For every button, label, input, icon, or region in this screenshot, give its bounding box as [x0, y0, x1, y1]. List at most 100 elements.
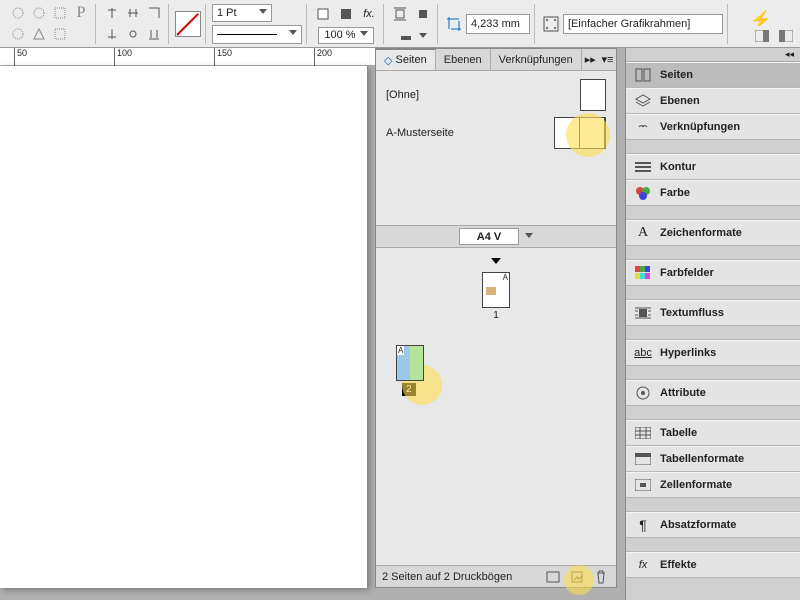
textwrap-icon [634, 305, 652, 321]
panel-toggle-icon[interactable] [752, 26, 772, 46]
chevron-down-icon [289, 30, 297, 38]
sidebar-item-textumfluss[interactable]: Textumfluss [626, 300, 800, 326]
tool-btn[interactable] [8, 24, 28, 44]
sidebar-item-ebenen[interactable]: Ebenen [626, 88, 800, 114]
fx-btn[interactable]: fx. [359, 4, 379, 24]
table-icon [634, 425, 652, 441]
tool-btn[interactable] [29, 3, 49, 23]
trash-icon[interactable] [592, 569, 610, 585]
chevron-down-icon [360, 31, 368, 39]
sidebar-item-farbe[interactable]: Farbe [626, 180, 800, 206]
master-a-label[interactable]: A-Musterseite [386, 127, 454, 139]
sidebar-item-attribute[interactable]: Attribute [626, 380, 800, 406]
stroke-weight-value: 1 Pt [217, 7, 237, 19]
align-btn[interactable] [102, 3, 122, 23]
page-marker-icon [491, 258, 501, 264]
tab-pages[interactable]: ◇ Seiten [376, 49, 436, 70]
charstyle-icon: A [634, 225, 652, 241]
tab-layers[interactable]: Ebenen [436, 49, 491, 70]
fx-btn[interactable] [336, 4, 356, 24]
wrap-btn[interactable] [413, 4, 433, 24]
page-count-label: 2 Seiten auf 2 Druckbögen [382, 571, 512, 583]
pages-panel: ◇ Seiten Ebenen Verknüpfungen ▸▸ ▾≡ [Ohn… [375, 48, 617, 588]
tool-btn[interactable] [50, 24, 70, 44]
attribute-icon [634, 385, 652, 401]
control-toolbar: P 1 Pt fx. 100 % [0, 0, 800, 48]
layers-icon [634, 93, 652, 109]
align-btn[interactable] [123, 24, 143, 44]
sidebar-item-kontur[interactable]: Kontur [626, 154, 800, 180]
fx-btn[interactable] [313, 4, 333, 24]
page-2-master-badge: A [397, 346, 404, 355]
links-icon [634, 119, 652, 135]
measure-value: 4,233 mm [471, 18, 520, 30]
chevron-down-icon[interactable] [525, 233, 533, 241]
tool-btn[interactable] [29, 24, 49, 44]
panel-toggle-icon[interactable] [776, 26, 796, 46]
stroke-style-input[interactable] [212, 25, 302, 44]
sidebar-item-zellenformate[interactable]: Zellenformate [626, 472, 800, 498]
ruler-tick: 50 [14, 48, 27, 66]
page-1-thumb[interactable]: A [482, 272, 510, 308]
crop-icon[interactable] [444, 14, 464, 34]
sidebar-item-absatzformate[interactable]: ¶Absatzformate [626, 512, 800, 538]
color-icon [634, 185, 652, 201]
frame-type-select[interactable]: [Einfacher Grafikrahmen] [563, 14, 723, 34]
zoom-input[interactable]: 100 % [318, 27, 374, 44]
chevron-down-icon [259, 9, 267, 17]
sidebar-item-effekte[interactable]: fxEffekte [626, 552, 800, 578]
tool-btn[interactable] [50, 3, 70, 23]
document-canvas[interactable] [0, 66, 368, 588]
measure-input[interactable]: 4,233 mm [466, 14, 530, 34]
pages-icon [634, 67, 652, 83]
pages-panel-footer: 2 Seiten auf 2 Druckbögen [376, 565, 616, 587]
tool-btn[interactable]: P [71, 3, 91, 23]
tool-btn[interactable] [8, 3, 28, 23]
page-1-label: 1 [386, 310, 606, 321]
pages-list: A 1 A 2 [376, 248, 616, 565]
collapse-icon[interactable]: ◂◂ [785, 49, 794, 60]
sidebar-item-verknuepfungen[interactable]: Verknüpfungen [626, 114, 800, 140]
panel-tabs: ◇ Seiten Ebenen Verknüpfungen ▸▸ ▾≡ [376, 49, 616, 71]
tool-btn[interactable] [71, 24, 91, 44]
sidebar-item-farbfelder[interactable]: Farbfelder [626, 260, 800, 286]
master-a-thumb[interactable] [554, 117, 606, 149]
horizontal-ruler[interactable]: 50 100 150 200 [0, 48, 375, 66]
master-none-thumb[interactable] [580, 79, 606, 111]
align-btn[interactable] [123, 3, 143, 23]
master-none-label[interactable]: [Ohne] [386, 89, 419, 101]
ruler-tick: 150 [214, 48, 232, 66]
wrap-btn[interactable] [390, 4, 410, 24]
new-page-icon[interactable] [568, 569, 586, 585]
sidebar-item-seiten[interactable]: Seiten [626, 62, 800, 88]
sidebar-item-tabelle[interactable]: Tabelle [626, 420, 800, 446]
chevron-down-icon[interactable] [419, 33, 427, 41]
edit-page-icon[interactable] [544, 569, 562, 585]
align-btn[interactable] [144, 24, 164, 44]
page-2-thumb[interactable]: A [396, 345, 424, 381]
parastyles-icon: ¶ [634, 517, 652, 533]
side-panel-strip: ◂◂ Seiten Ebenen Verknüpfungen Kontur Fa… [625, 48, 800, 600]
stroke-weight-input[interactable]: 1 Pt [212, 4, 272, 23]
ruler-tick: 200 [314, 48, 332, 66]
corner-btn[interactable] [396, 27, 416, 47]
collapse-icon[interactable]: ▸▸ [582, 53, 599, 66]
page-size-select[interactable]: A4 V [459, 228, 519, 245]
page-size-bar: A4 V [376, 226, 616, 248]
effects-icon: fx [634, 557, 652, 573]
panel-menu-icon[interactable]: ▾≡ [599, 53, 616, 66]
align-btn[interactable] [144, 3, 164, 23]
align-btn[interactable] [102, 24, 122, 44]
stroke-icon [634, 159, 652, 175]
sidebar-item-tabellenformate[interactable]: Tabellenformate [626, 446, 800, 472]
page-1-master-badge: A [502, 273, 509, 282]
sidebar-item-zeichenformate[interactable]: AZeichenformate [626, 220, 800, 246]
tab-links[interactable]: Verknüpfungen [491, 49, 582, 70]
page-2-label: 2 [402, 383, 416, 396]
frame-icon [541, 14, 561, 34]
sidebar-item-hyperlinks[interactable]: abcHyperlinks [626, 340, 800, 366]
zoom-value: 100 % [324, 29, 355, 41]
cellstyles-icon [634, 477, 652, 493]
hyperlink-icon: abc [634, 345, 652, 361]
stroke-swatch[interactable] [175, 11, 201, 37]
